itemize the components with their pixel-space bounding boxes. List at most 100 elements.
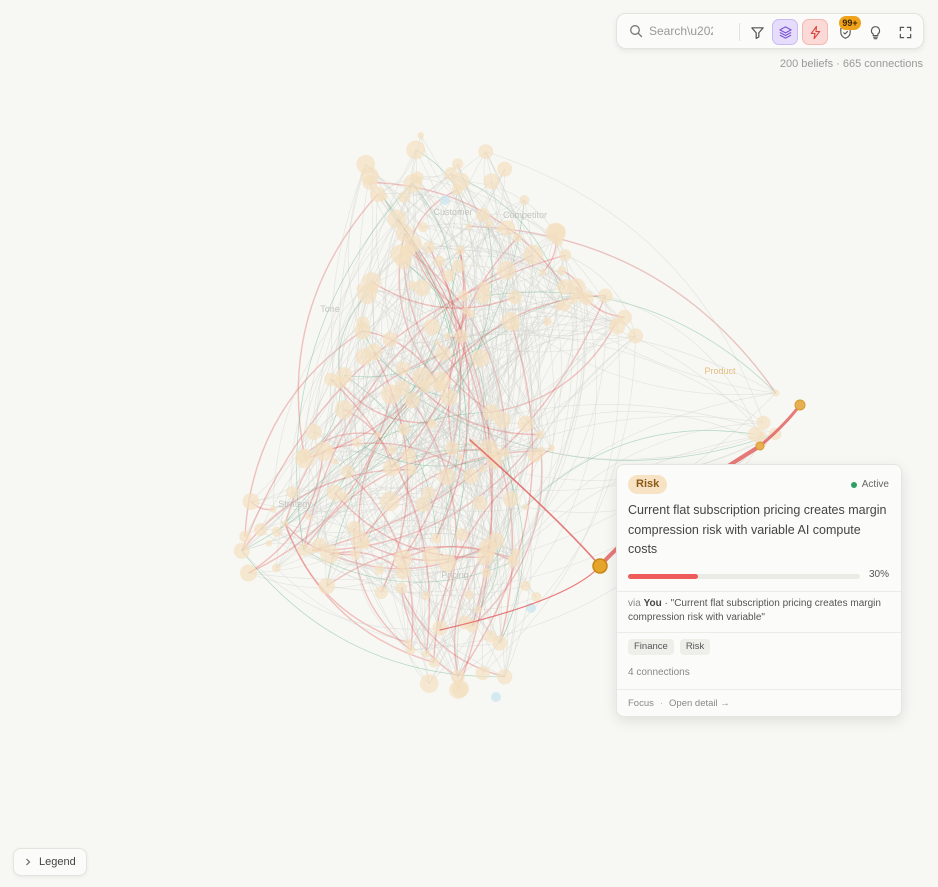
belief-node[interactable] — [455, 245, 465, 256]
belief-node[interactable] — [417, 222, 429, 233]
belief-node[interactable] — [233, 542, 250, 559]
belief-node[interactable] — [558, 299, 571, 312]
belief-node[interactable] — [508, 553, 516, 562]
belief-node[interactable] — [386, 444, 397, 455]
linked-belief-node[interactable] — [794, 399, 806, 411]
belief-node[interactable] — [545, 222, 566, 243]
belief-node[interactable] — [394, 380, 411, 396]
belief-node[interactable] — [369, 186, 386, 203]
belief-node[interactable] — [520, 580, 531, 591]
belief-node[interactable] — [508, 290, 523, 304]
belief-node[interactable] — [242, 493, 260, 510]
belief-node[interactable] — [404, 235, 422, 253]
belief-node[interactable] — [445, 441, 460, 456]
belief-node[interactable] — [422, 546, 441, 566]
filter-button[interactable] — [744, 19, 770, 45]
belief-node[interactable] — [331, 457, 339, 465]
belief-node[interactable] — [325, 445, 334, 455]
belief-node[interactable] — [374, 431, 381, 438]
belief-node[interactable] — [474, 605, 482, 614]
belief-node[interactable] — [265, 540, 273, 547]
belief-node[interactable] — [463, 468, 479, 485]
belief-node[interactable] — [427, 419, 437, 429]
belief-node[interactable] — [271, 526, 283, 538]
belief-node[interactable] — [440, 389, 458, 406]
belief-node[interactable] — [452, 172, 470, 191]
belief-node[interactable] — [451, 669, 465, 684]
belief-node[interactable] — [456, 453, 464, 461]
belief-node[interactable] — [466, 309, 475, 319]
belief-node[interactable] — [479, 538, 498, 557]
selected-belief-node[interactable] — [592, 558, 608, 574]
belief-node[interactable] — [464, 589, 474, 600]
tag-item[interactable]: Risk — [679, 639, 711, 655]
belief-node[interactable] — [478, 144, 494, 160]
legend-toggle-button[interactable]: Legend — [13, 848, 87, 876]
belief-node[interactable] — [497, 669, 513, 685]
belief-node[interactable] — [286, 486, 299, 499]
belief-node[interactable] — [403, 174, 423, 194]
belief-node[interactable] — [404, 463, 417, 476]
belief-node[interactable] — [360, 166, 379, 186]
belief-node[interactable] — [483, 173, 500, 190]
belief-node[interactable] — [406, 140, 426, 160]
belief-node[interactable] — [481, 567, 492, 578]
belief-node[interactable] — [478, 439, 498, 459]
belief-node[interactable] — [482, 404, 500, 421]
belief-node[interactable] — [401, 448, 417, 463]
belief-node[interactable] — [496, 225, 503, 232]
belief-node[interactable] — [350, 549, 361, 560]
belief-node[interactable] — [239, 530, 251, 543]
belief-node[interactable] — [547, 444, 555, 452]
belief-node[interactable] — [458, 290, 470, 302]
belief-node[interactable] — [497, 161, 513, 177]
belief-node[interactable] — [398, 423, 411, 436]
belief-node[interactable] — [308, 547, 316, 555]
belief-node[interactable] — [387, 209, 407, 229]
belief-node[interactable] — [398, 191, 411, 203]
belief-graph[interactable]: Tone Pricing Customer Competitor Strategy Pro… — [0, 0, 938, 887]
belief-node[interactable] — [444, 332, 452, 340]
linked-belief-node[interactable] — [755, 441, 765, 451]
belief-node[interactable] — [497, 260, 516, 280]
belief-node[interactable] — [519, 195, 530, 206]
belief-node[interactable] — [501, 312, 520, 331]
belief-node[interactable] — [352, 437, 362, 448]
belief-node[interactable] — [421, 590, 431, 600]
belief-node[interactable] — [393, 549, 413, 569]
belief-node[interactable] — [382, 459, 401, 477]
belief-node[interactable] — [240, 564, 258, 582]
focus-button[interactable]: Focus — [628, 698, 654, 709]
belief-node[interactable] — [539, 268, 547, 276]
belief-node[interactable] — [356, 316, 370, 330]
belief-node[interactable] — [483, 214, 490, 221]
belief-node[interactable] — [475, 665, 490, 681]
belief-node[interactable] — [341, 465, 355, 479]
open-detail-link[interactable]: Open detail → — [669, 698, 730, 709]
belief-node[interactable] — [435, 345, 451, 362]
belief-node[interactable] — [451, 259, 466, 273]
belief-node[interactable] — [501, 448, 511, 458]
belief-node[interactable] — [296, 449, 310, 464]
belief-node[interactable] — [395, 582, 408, 594]
belief-node[interactable] — [478, 464, 487, 473]
belief-node[interactable] — [535, 430, 545, 439]
belief-node[interactable] — [627, 328, 644, 344]
belief-node[interactable] — [281, 520, 289, 527]
search-input[interactable] — [649, 22, 713, 40]
belief-node[interactable] — [324, 372, 338, 387]
belief-node[interactable] — [465, 223, 472, 230]
belief-node[interactable] — [434, 339, 441, 346]
belief-node[interactable] — [374, 564, 385, 575]
belief-node[interactable] — [502, 491, 519, 508]
belief-node[interactable] — [523, 244, 543, 265]
belief-node[interactable] — [484, 630, 497, 643]
belief-node[interactable] — [404, 639, 412, 647]
belief-node[interactable] — [454, 329, 469, 344]
belief-node[interactable] — [772, 389, 780, 397]
belief-node[interactable] — [522, 504, 529, 511]
tension-toggle-button[interactable] — [802, 19, 828, 45]
belief-node[interactable] — [432, 620, 448, 636]
belief-node[interactable] — [471, 349, 490, 367]
belief-node[interactable] — [440, 195, 450, 205]
